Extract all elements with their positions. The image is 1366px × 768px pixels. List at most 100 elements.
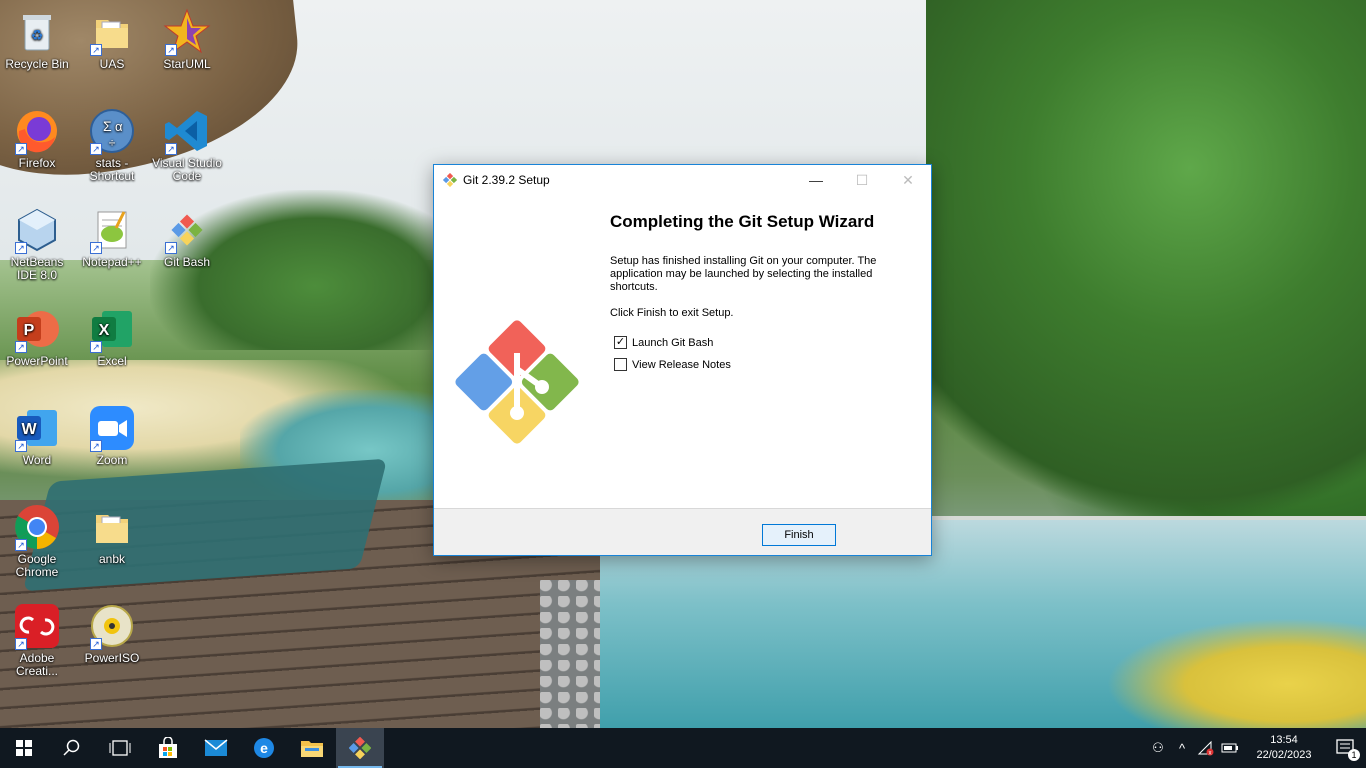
desktop-icon-staruml[interactable]: ↗ StarUML xyxy=(150,8,224,71)
battery-button[interactable] xyxy=(1218,728,1242,768)
dialog-footer: Finish xyxy=(434,508,931,555)
shortcut-arrow-icon: ↗ xyxy=(15,341,27,353)
svg-text:W: W xyxy=(21,421,37,438)
poweriso-icon: ↗ xyxy=(88,602,136,650)
git-setup-taskbar-button[interactable] xyxy=(336,728,384,768)
shortcut-arrow-icon: ↗ xyxy=(15,539,27,551)
netbeans-icon: ↗ xyxy=(13,206,61,254)
action-center-button[interactable]: 1 xyxy=(1326,728,1366,768)
desktop-icon-firefox[interactable]: ↗ Firefox xyxy=(0,107,74,170)
file-explorer-button[interactable] xyxy=(288,728,336,768)
desktop-icon-label: Google Chrome xyxy=(15,552,59,579)
task-view-button[interactable] xyxy=(96,728,144,768)
desktop-icon-recycle-bin[interactable]: ♻ Recycle Bin xyxy=(0,8,74,71)
desktop-icon-vscode[interactable]: ↗ Visual Studio Code xyxy=(150,107,224,183)
svg-text:P: P xyxy=(24,322,35,339)
desktop-icon-label: PowerPoint xyxy=(6,354,68,368)
shortcut-arrow-icon: ↗ xyxy=(15,242,27,254)
maximize-button: ☐ xyxy=(839,165,885,195)
desktop-icon-word[interactable]: W ↗ Word xyxy=(0,404,74,467)
network-button[interactable]: x xyxy=(1194,728,1218,768)
dialog-title: Git 2.39.2 Setup xyxy=(463,173,550,187)
network-disconnected-icon: x xyxy=(1197,740,1214,756)
mail-button[interactable] xyxy=(192,728,240,768)
desktop-icon-chrome[interactable]: ↗ Google Chrome xyxy=(0,503,74,579)
desktop-icon-excel[interactable]: X ↗ Excel xyxy=(75,305,149,368)
desktop-icon-label: Word xyxy=(22,453,52,467)
git-bash-icon: ↗ xyxy=(163,206,211,254)
desktop-icon-adobe-cc[interactable]: ↗ Adobe Creati... xyxy=(0,602,74,678)
checkbox-label: Launch Git Bash xyxy=(632,336,714,349)
shortcut-arrow-icon: ↗ xyxy=(90,143,102,155)
desktop-icon-label: Notepad++ xyxy=(82,255,142,269)
svg-text:α: α xyxy=(115,119,123,134)
desktop-icon-anbk[interactable]: anbk xyxy=(75,503,149,566)
desktop-icon-poweriso[interactable]: ↗ PowerISO xyxy=(75,602,149,665)
desktop-icon-netbeans[interactable]: ↗ NetBeans IDE 8.0 xyxy=(0,206,74,282)
taskbar: e ⚇ ^ x 13:54 22/02/2023 1 xyxy=(0,728,1366,768)
vscode-icon: ↗ xyxy=(163,107,211,155)
desktop-icon-label: stats - Shortcut xyxy=(89,156,135,183)
edge-icon: e xyxy=(254,738,274,758)
word-icon: W ↗ xyxy=(13,404,61,452)
desktop-icon-label: PowerISO xyxy=(84,651,140,665)
start-button[interactable] xyxy=(0,728,48,768)
edge-button[interactable]: e xyxy=(240,728,288,768)
svg-text:e: e xyxy=(260,740,268,756)
store-button[interactable] xyxy=(144,728,192,768)
show-hidden-icons-button[interactable]: ^ xyxy=(1170,728,1194,768)
desktop-icon-label: Recycle Bin xyxy=(5,57,69,71)
view-release-notes-checkbox[interactable]: View Release Notes xyxy=(614,358,731,371)
shortcut-arrow-icon: ↗ xyxy=(90,341,102,353)
shortcut-arrow-icon: ↗ xyxy=(165,44,177,56)
folder-icon: ↗ xyxy=(88,8,136,56)
git-logo-icon xyxy=(443,173,457,187)
close-icon: ✕ xyxy=(902,171,914,188)
desktop-icon-label: Firefox xyxy=(18,156,56,170)
chevron-up-icon: ^ xyxy=(1178,740,1186,756)
dialog-body: Completing the Git Setup Wizard Setup ha… xyxy=(434,195,931,509)
recycle-bin-icon: ♻ xyxy=(13,8,61,56)
search-icon xyxy=(63,739,80,756)
desktop-icon-uas[interactable]: ↗ UAS xyxy=(75,8,149,71)
desktop-icon-label: StarUML xyxy=(163,57,211,71)
svg-text:X: X xyxy=(99,322,110,339)
shortcut-arrow-icon: ↗ xyxy=(15,143,27,155)
desktop-icon-label: Excel xyxy=(97,354,127,368)
store-icon xyxy=(159,737,177,758)
shortcut-arrow-icon: ↗ xyxy=(90,44,102,56)
powerpoint-icon: P ↗ xyxy=(13,305,61,353)
checkbox-checked-icon[interactable]: ✓ xyxy=(614,336,627,349)
desktop-icon-powerpoint[interactable]: P ↗ PowerPoint xyxy=(0,305,74,368)
close-button[interactable]: ✕ xyxy=(885,165,931,195)
git-setup-icon xyxy=(349,737,371,759)
windows-start-icon xyxy=(16,740,32,756)
adobe-cc-icon: ↗ xyxy=(13,602,61,650)
task-view-icon xyxy=(109,740,131,756)
desktop-icon-git-bash[interactable]: ↗ Git Bash xyxy=(150,206,224,269)
desktop-icon-notepadpp[interactable]: ↗ Notepad++ xyxy=(75,206,149,269)
shortcut-arrow-icon: ↗ xyxy=(165,242,177,254)
desktop-icon-zoom[interactable]: ↗ Zoom xyxy=(75,404,149,467)
finish-button[interactable]: Finish xyxy=(762,524,836,546)
minimize-button[interactable]: — xyxy=(793,165,839,195)
chrome-icon: ↗ xyxy=(13,503,61,551)
system-tray: ⚇ ^ x 13:54 22/02/2023 1 xyxy=(1146,728,1366,768)
minimize-icon: — xyxy=(809,172,823,188)
people-icon: ⚇ xyxy=(1152,740,1164,755)
completion-message: Setup has finished installing Git on you… xyxy=(610,255,877,293)
people-button[interactable]: ⚇ xyxy=(1146,728,1170,768)
clock[interactable]: 13:54 22/02/2023 xyxy=(1242,733,1326,763)
launch-git-bash-checkbox[interactable]: ✓ Launch Git Bash xyxy=(614,336,713,349)
checkbox-unchecked-icon[interactable] xyxy=(614,358,627,371)
dialog-titlebar[interactable]: Git 2.39.2 Setup — ☐ ✕ xyxy=(434,165,931,195)
folder-icon xyxy=(88,503,136,551)
stats-icon: Σα ÷ ↗ xyxy=(88,107,136,155)
desktop-icon-label: Git Bash xyxy=(163,255,211,269)
mail-icon xyxy=(204,739,228,756)
desktop-icon-label: Adobe Creati... xyxy=(15,651,58,678)
svg-text:Σ: Σ xyxy=(103,118,112,134)
desktop-icon-stats[interactable]: Σα ÷ ↗ stats - Shortcut xyxy=(75,107,149,183)
shortcut-arrow-icon: ↗ xyxy=(165,143,177,155)
search-button[interactable] xyxy=(48,728,96,768)
